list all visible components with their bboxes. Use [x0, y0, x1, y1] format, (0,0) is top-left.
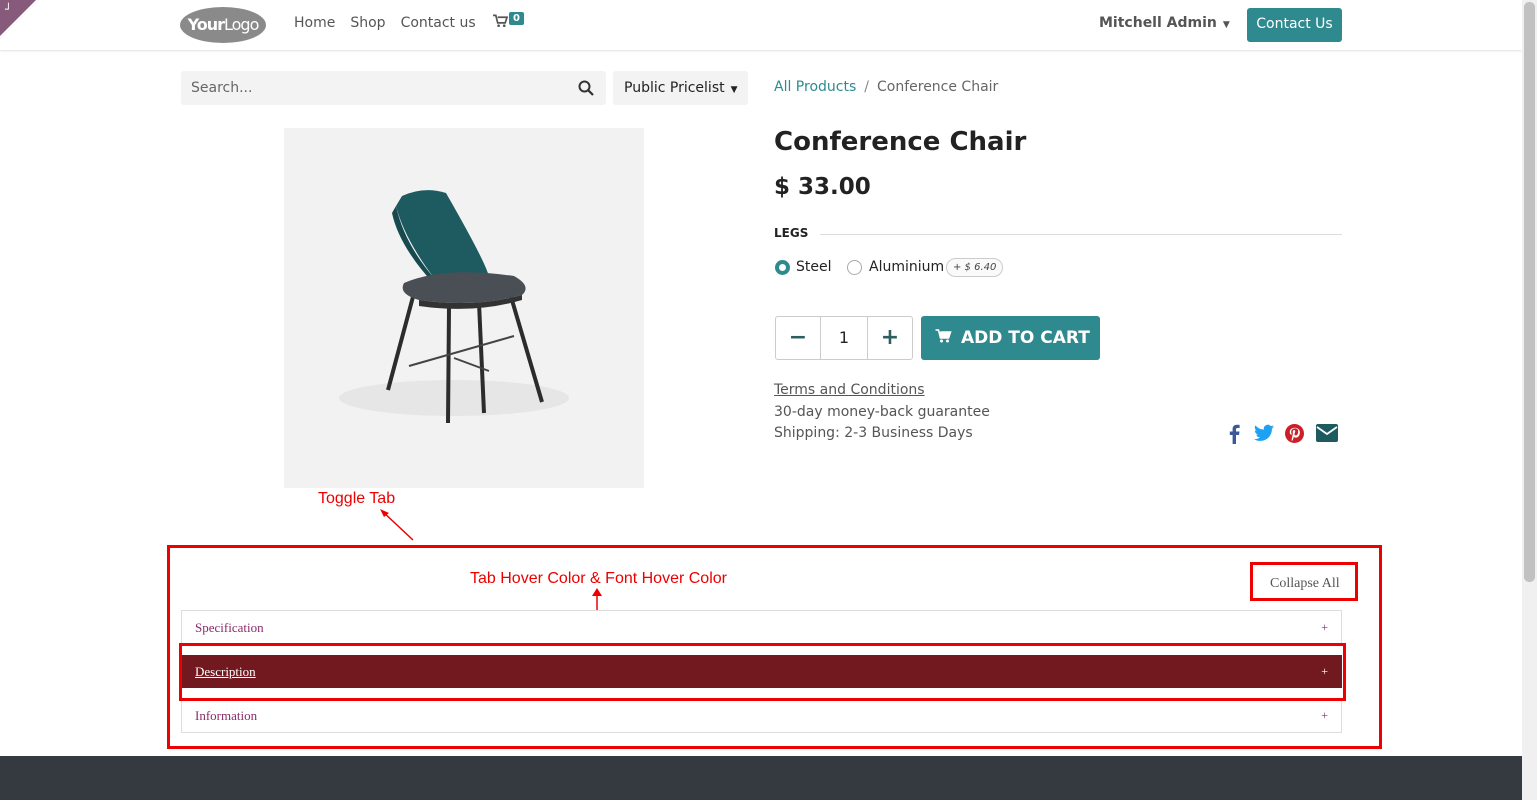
search-icon[interactable]: [578, 80, 594, 96]
product-image[interactable]: [284, 128, 644, 488]
user-menu[interactable]: Mitchell Admin ▼: [1099, 15, 1230, 31]
collapse-all-button[interactable]: Collapse All: [1270, 576, 1340, 592]
breadcrumb: All Products / Conference Chair: [774, 79, 998, 95]
top-navbar: YourLogo Home Shop Contact us 0 Mitchell…: [0, 0, 1522, 50]
pricelist-dropdown[interactable]: Public Pricelist ▼: [613, 71, 748, 105]
nav-contact-us[interactable]: Contact us: [401, 15, 476, 31]
steel-label[interactable]: Steel: [796, 259, 832, 275]
extra-price-badge: + $ 6.40: [946, 258, 1004, 277]
email-icon[interactable]: [1316, 424, 1338, 442]
footer: [0, 756, 1522, 800]
tab-label: Specification: [195, 620, 264, 635]
guarantee-text: 30-day money-back guarantee: [774, 404, 990, 420]
annotation-arrow-icon: [380, 509, 414, 541]
product-price: $ 33.00: [774, 174, 871, 200]
plus-icon: +: [1321, 708, 1328, 722]
cart-count-badge: 0: [509, 12, 524, 25]
main-nav: Home Shop Contact us: [294, 15, 476, 31]
breadcrumb-current: Conference Chair: [876, 79, 999, 95]
logo[interactable]: YourLogo: [180, 7, 266, 43]
chevron-down-icon: ▼: [1222, 20, 1230, 30]
pricelist-label: Public Pricelist: [624, 80, 725, 96]
breadcrumb-all-products[interactable]: All Products: [774, 79, 856, 95]
aluminium-radio[interactable]: [847, 260, 862, 275]
nav-shop[interactable]: Shop: [350, 15, 385, 31]
plus-icon: +: [1321, 620, 1328, 634]
plus-icon[interactable]: +: [868, 317, 912, 359]
product-title: Conference Chair: [774, 127, 1027, 157]
aluminium-label[interactable]: Aluminium: [869, 259, 944, 275]
twitter-icon[interactable]: [1254, 424, 1274, 442]
chevron-down-icon: ▼: [730, 85, 738, 95]
terms-link[interactable]: Terms and Conditions: [774, 382, 925, 398]
quantity-input[interactable]: 1: [820, 317, 868, 359]
shipping-text: Shipping: 2-3 Business Days: [774, 425, 973, 441]
search-box: [181, 71, 606, 105]
tab-label: Information: [195, 708, 258, 723]
tab-information[interactable]: Information +: [181, 699, 1342, 733]
user-name: Mitchell Admin: [1099, 15, 1217, 31]
search-input[interactable]: [181, 71, 561, 105]
minus-icon[interactable]: −: [776, 317, 820, 359]
pinterest-icon[interactable]: [1285, 424, 1304, 443]
quantity-stepper: − 1 +: [775, 316, 913, 360]
facebook-icon[interactable]: [1228, 424, 1240, 444]
annotation-hover: Tab Hover Color & Font Hover Color: [470, 570, 727, 587]
tab-specification[interactable]: Specification +: [181, 610, 1342, 644]
annotation-hover-box: [179, 643, 1346, 701]
scrollbar-thumb[interactable]: [1524, 2, 1535, 582]
add-to-cart-label: ADD TO CART: [961, 328, 1090, 348]
contact-us-button[interactable]: Contact Us: [1247, 8, 1342, 42]
add-to-cart-button[interactable]: ADD TO CART: [921, 316, 1100, 360]
corner-arrow-icon: ┘: [5, 3, 12, 16]
attribute-divider: [820, 234, 1342, 235]
attribute-label: LEGS: [774, 226, 809, 240]
steel-radio[interactable]: [775, 260, 790, 275]
cart-icon: [935, 328, 952, 347]
cart-icon[interactable]: [493, 14, 509, 32]
nav-home[interactable]: Home: [294, 15, 335, 31]
breadcrumb-separator: /: [864, 79, 869, 95]
